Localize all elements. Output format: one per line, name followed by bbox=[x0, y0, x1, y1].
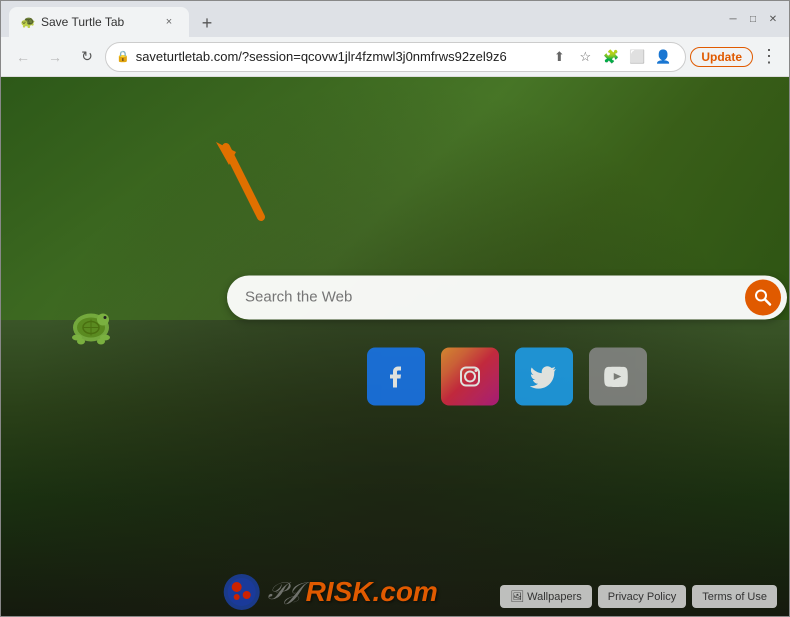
split-view-icon-button[interactable]: ⬜ bbox=[625, 45, 649, 69]
risk-logo-prefix: 𝒫𝒥 bbox=[268, 579, 302, 606]
search-container bbox=[227, 275, 787, 405]
risk-logo-text: RISK.com bbox=[306, 576, 438, 608]
bookmark-icon-button[interactable]: ☆ bbox=[573, 45, 597, 69]
reload-button[interactable]: ↻ bbox=[73, 43, 101, 71]
tab-close-button[interactable]: × bbox=[161, 14, 177, 30]
search-button[interactable] bbox=[745, 279, 781, 315]
browser-menu-button[interactable]: ⋮ bbox=[757, 45, 781, 69]
turtle-logo bbox=[61, 299, 121, 354]
minimize-button[interactable]: ─ bbox=[725, 11, 741, 27]
facebook-icon-button[interactable] bbox=[367, 347, 425, 405]
terms-of-use-button[interactable]: Terms of Use bbox=[692, 585, 777, 608]
search-icon bbox=[754, 288, 772, 306]
back-button[interactable]: ← bbox=[9, 43, 37, 71]
update-button[interactable]: Update bbox=[690, 47, 753, 67]
tab-strip: 🐢 Save Turtle Tab × + bbox=[9, 1, 725, 37]
instagram-icon-button[interactable] bbox=[441, 347, 499, 405]
risk-logo-icon bbox=[224, 574, 260, 610]
twitter-icon-button[interactable] bbox=[515, 347, 573, 405]
tab-title: Save Turtle Tab bbox=[41, 15, 155, 29]
page-content: 𝒫𝒥 RISK.com 🖼 Wallpapers Privacy Policy … bbox=[1, 77, 789, 616]
privacy-policy-button[interactable]: Privacy Policy bbox=[598, 585, 686, 608]
share-icon-button[interactable]: ⬆ bbox=[547, 45, 571, 69]
security-lock-icon: 🔒 bbox=[116, 50, 130, 63]
risk-logo-container: 𝒫𝒥 RISK.com bbox=[224, 574, 438, 610]
search-bar bbox=[227, 275, 787, 319]
address-bar: 🔒 ⬆ ☆ 🧩 ⬜ 👤 bbox=[105, 42, 686, 72]
title-bar: 🐢 Save Turtle Tab × + ─ □ ✕ bbox=[1, 1, 789, 37]
search-input[interactable] bbox=[245, 289, 737, 306]
address-input[interactable] bbox=[136, 49, 542, 64]
close-window-button[interactable]: ✕ bbox=[765, 11, 781, 27]
nav-bar: ← → ↻ 🔒 ⬆ ☆ 🧩 ⬜ 👤 Update ⋮ bbox=[1, 37, 789, 77]
youtube-icon-button[interactable] bbox=[589, 347, 647, 405]
profile-icon-button[interactable]: 👤 bbox=[651, 45, 675, 69]
active-tab[interactable]: 🐢 Save Turtle Tab × bbox=[9, 7, 189, 37]
bottom-buttons: 🖼 Wallpapers Privacy Policy Terms of Use bbox=[500, 585, 777, 608]
new-tab-button[interactable]: + bbox=[193, 9, 221, 37]
extensions-icon-button[interactable]: 🧩 bbox=[599, 45, 623, 69]
window-controls: ─ □ ✕ bbox=[725, 11, 781, 27]
social-icons-row bbox=[367, 347, 647, 405]
wallpapers-button[interactable]: 🖼 Wallpapers bbox=[500, 585, 592, 608]
bottom-bar: 𝒫𝒥 RISK.com 🖼 Wallpapers Privacy Policy … bbox=[1, 572, 789, 616]
browser-window: 🐢 Save Turtle Tab × + ─ □ ✕ ← → ↻ 🔒 ⬆ ☆ … bbox=[0, 0, 790, 617]
address-actions: ⬆ ☆ 🧩 ⬜ 👤 bbox=[547, 45, 675, 69]
maximize-button[interactable]: □ bbox=[745, 11, 761, 27]
forward-button[interactable]: → bbox=[41, 43, 69, 71]
tab-favicon: 🐢 bbox=[21, 15, 35, 29]
